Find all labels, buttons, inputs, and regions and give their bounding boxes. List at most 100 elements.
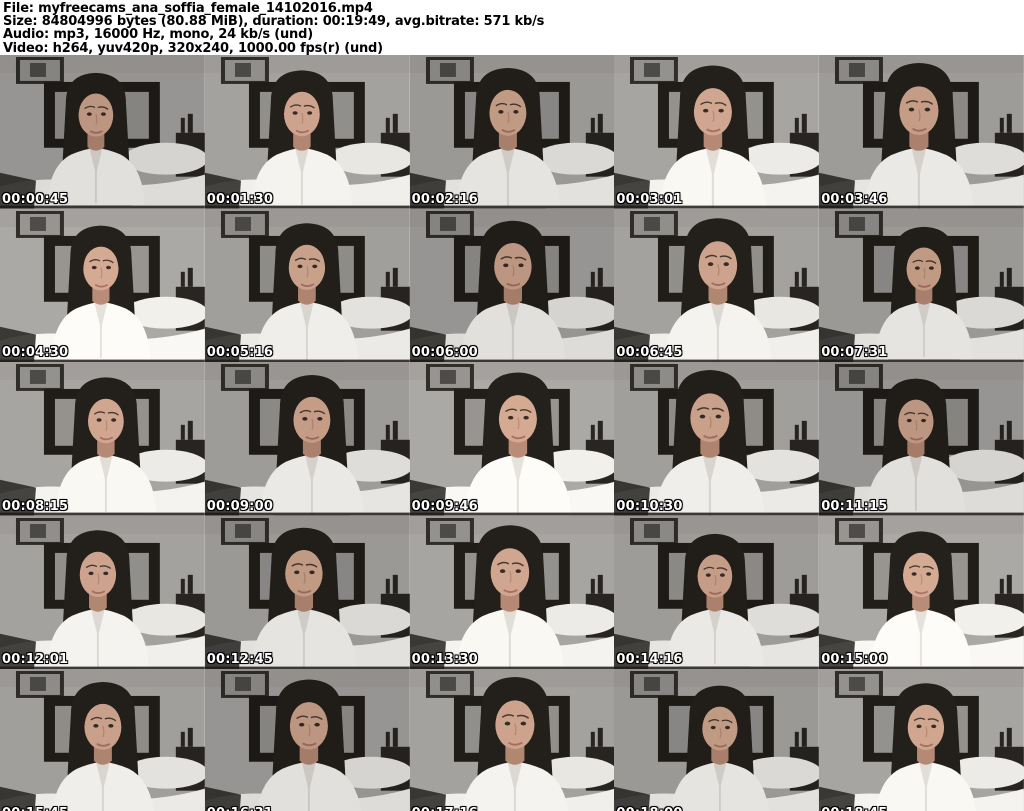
- right-eye: [921, 419, 927, 423]
- webcam-frame-art: [819, 208, 1024, 363]
- wall-picture: [220, 56, 269, 84]
- left-eye: [93, 724, 99, 729]
- timestamp-overlay: 00:18:45: [821, 806, 887, 811]
- video-thumbnail: 00:05:16: [204, 208, 410, 363]
- timestamp-overlay: 00:04:30: [2, 345, 69, 361]
- webcam-frame-art: [819, 669, 1024, 811]
- right-eye: [309, 570, 315, 574]
- left-eye: [302, 417, 308, 421]
- webcam-frame-art: [204, 669, 410, 811]
- left-eye: [91, 265, 97, 269]
- right-eye: [931, 725, 937, 729]
- wall-picture: [425, 210, 474, 238]
- wall-picture: [15, 56, 64, 84]
- left-eye: [88, 571, 94, 575]
- right-eye: [317, 417, 323, 421]
- webcam-frame-art: [409, 55, 615, 209]
- wall-picture: [835, 210, 884, 238]
- right-eye: [515, 569, 521, 573]
- right-eye: [108, 724, 114, 729]
- wall-picture: [220, 364, 269, 392]
- right-eye: [926, 572, 932, 576]
- right-eye: [100, 112, 106, 116]
- timestamp-overlay: 00:08:15: [2, 498, 69, 514]
- left-eye: [298, 723, 305, 727]
- wall-picture: [15, 210, 64, 238]
- wall-picture: [630, 210, 679, 238]
- webcam-frame-art: [0, 362, 205, 516]
- webcam-frame-art: [409, 208, 615, 363]
- webcam-frame-art: [819, 515, 1024, 670]
- wall-picture: [630, 671, 679, 699]
- video-thumbnail: 00:06:00: [409, 208, 615, 363]
- timestamp-overlay: 00:13:30: [411, 652, 478, 668]
- video-thumbnail: 00:17:16: [409, 669, 615, 811]
- video-thumbnail: 00:10:30: [614, 362, 820, 516]
- video-thumbnail: 00:12:45: [204, 515, 410, 670]
- wall-picture: [630, 517, 679, 545]
- left-eye: [706, 573, 712, 577]
- timestamp-overlay: 00:14:16: [616, 652, 683, 668]
- video-info-line: Video: h264, yuv420p, 320x240, 1000.00 f…: [3, 40, 383, 56]
- timestamp-overlay: 00:15:45: [2, 806, 68, 811]
- webcam-frame-art: [614, 362, 820, 516]
- video-thumbnail: 00:14:16: [614, 515, 820, 670]
- video-thumbnail: 00:16:31: [204, 669, 410, 811]
- timestamp-overlay: 00:05:16: [206, 345, 274, 361]
- left-eye: [703, 108, 709, 113]
- wall-picture: [425, 671, 474, 699]
- wall-picture: [835, 56, 884, 84]
- webcam-frame-art: [614, 55, 820, 209]
- right-eye: [103, 571, 109, 575]
- left-eye: [499, 569, 505, 573]
- left-eye: [497, 110, 504, 114]
- left-eye: [911, 572, 917, 576]
- video-thumbnail: 00:11:15: [819, 362, 1024, 516]
- video-thumbnail: 00:04:30: [0, 208, 205, 363]
- webcam-frame-art: [0, 515, 205, 670]
- right-eye: [306, 111, 312, 115]
- timestamp-overlay: 00:09:00: [206, 498, 274, 514]
- wall-picture: [15, 364, 64, 392]
- timestamp-overlay: 00:02:16: [411, 191, 478, 207]
- webcam-frame-art: [204, 362, 410, 516]
- audio-info-line: Audio: mp3, 16000 Hz, mono, 24 kb/s (und…: [3, 27, 313, 43]
- timestamp-overlay: 00:16:31: [207, 806, 273, 811]
- left-eye: [916, 725, 922, 729]
- webcam-frame-art: [819, 55, 1024, 209]
- wall-picture: [835, 517, 884, 545]
- left-eye: [700, 414, 706, 419]
- timestamp-overlay: 00:03:46: [821, 191, 888, 207]
- webcam-frame-art: [204, 515, 410, 670]
- timestamp-overlay: 00:10:30: [616, 498, 683, 514]
- webcam-frame-art: [0, 669, 205, 811]
- timestamp-overlay: 00:06:45: [616, 345, 683, 361]
- right-eye: [111, 418, 117, 422]
- video-thumbnail: 00:06:45: [614, 208, 820, 363]
- wall-picture: [220, 671, 269, 699]
- right-eye: [512, 110, 519, 114]
- left-eye: [711, 726, 717, 730]
- left-eye: [906, 419, 912, 423]
- left-eye: [96, 418, 102, 422]
- timestamp-overlay: 00:12:01: [2, 652, 69, 668]
- timestamp-overlay: 00:11:15: [821, 498, 888, 514]
- left-eye: [86, 112, 92, 116]
- wall-picture: [15, 517, 64, 545]
- wall-picture: [220, 210, 269, 238]
- webcam-frame-art: [204, 55, 410, 209]
- webcam-frame-art: [409, 669, 615, 811]
- video-thumbnail: 00:15:45: [0, 669, 205, 811]
- left-eye: [292, 111, 298, 115]
- wall-picture: [425, 364, 474, 392]
- wall-picture: [425, 56, 474, 84]
- video-thumbnail: 00:08:15: [0, 362, 205, 516]
- timestamp-overlay: 00:15:00: [821, 652, 888, 668]
- left-eye: [507, 416, 513, 420]
- timestamp-overlay: 00:01:30: [206, 191, 274, 207]
- right-eye: [106, 265, 112, 269]
- right-eye: [725, 726, 731, 730]
- right-eye: [718, 108, 725, 113]
- wall-picture: [220, 517, 269, 545]
- video-thumbnail: 00:13:30: [409, 515, 615, 670]
